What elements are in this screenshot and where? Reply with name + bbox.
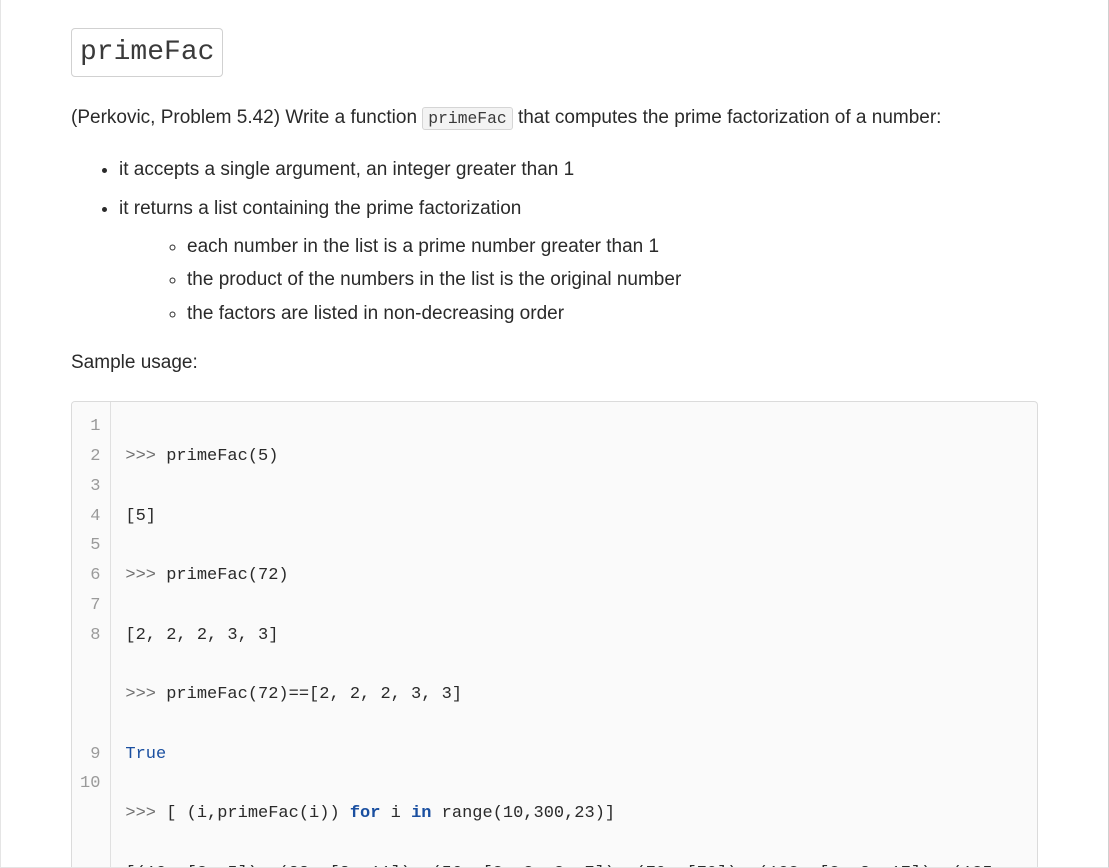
document-page: primeFac (Perkovic, Problem 5.42) Write … <box>0 0 1109 868</box>
code-text: i <box>380 804 411 823</box>
sub-requirements-list: each number in the list is a prime numbe… <box>119 232 1038 328</box>
requirements-list: it accepts a single argument, an integer… <box>71 155 1038 328</box>
code-line: >>> primeFac(5) <box>125 442 1023 472</box>
repl-prompt: >>> <box>125 685 166 704</box>
title-code: primeFac <box>71 28 223 77</box>
code-line: >>> primeFac(72) <box>125 561 1023 591</box>
code-text: range(10,300,23)] <box>431 804 615 823</box>
keyword-for: for <box>350 804 381 823</box>
intro-paragraph: (Perkovic, Problem 5.42) Write a functio… <box>71 103 1038 132</box>
repl-prompt: >>> <box>125 804 166 823</box>
line-number: 6 <box>80 561 100 591</box>
list-item: the product of the numbers in the list i… <box>187 265 1038 294</box>
line-number: 7 <box>80 591 100 621</box>
code-output: [2, 2, 2, 3, 3] <box>125 621 1023 651</box>
code-output: [5] <box>125 502 1023 532</box>
code-line: >>> primeFac(72)==[2, 2, 2, 3, 3] <box>125 680 1023 710</box>
code-text: primeFac(72)==[2, 2, 2, 3, 3] <box>166 685 462 704</box>
list-item: it returns a list containing the prime f… <box>119 194 1038 328</box>
intro-text-prefix: (Perkovic, Problem 5.42) Write a functio… <box>71 107 422 128</box>
line-number: 1 <box>80 412 100 442</box>
line-number: 5 <box>80 531 100 561</box>
sample-usage-label: Sample usage: <box>71 348 1038 377</box>
page-title: primeFac <box>71 28 1038 77</box>
code-text: primeFac(5) <box>166 447 278 466</box>
line-number-gutter: 1 2 3 4 5 6 7 8 9 10 <box>72 402 111 868</box>
line-number: 3 <box>80 472 100 502</box>
repl-prompt: >>> <box>125 447 166 466</box>
line-number: 8 <box>80 621 100 740</box>
keyword-in: in <box>411 804 431 823</box>
list-item-label: it returns a list containing the prime f… <box>119 198 521 219</box>
line-number: 10 <box>80 769 100 858</box>
code-output: [(10, [2, 5]), (33, [3, 11]), (56, [2, 2… <box>125 859 1023 868</box>
repl-prompt: >>> <box>125 566 166 585</box>
line-number: 4 <box>80 502 100 532</box>
line-number: 9 <box>80 740 100 770</box>
code-text: primeFac(72) <box>166 566 288 585</box>
list-item: it accepts a single argument, an integer… <box>119 155 1038 184</box>
code-block: 1 2 3 4 5 6 7 8 9 10 >>> primeFac(5) [5]… <box>71 401 1038 868</box>
code-body: >>> primeFac(5) [5] >>> primeFac(72) [2,… <box>111 402 1037 868</box>
code-text: [ (i,primeFac(i)) <box>166 804 350 823</box>
code-line: >>> [ (i,primeFac(i)) for i in range(10,… <box>125 799 1023 829</box>
line-number: 2 <box>80 442 100 472</box>
intro-text-suffix: that computes the prime factorization of… <box>513 107 942 128</box>
code-output: True <box>125 740 1023 770</box>
list-item: each number in the list is a prime numbe… <box>187 232 1038 261</box>
list-item: the factors are listed in non-decreasing… <box>187 299 1038 328</box>
intro-inline-code: primeFac <box>422 107 512 130</box>
